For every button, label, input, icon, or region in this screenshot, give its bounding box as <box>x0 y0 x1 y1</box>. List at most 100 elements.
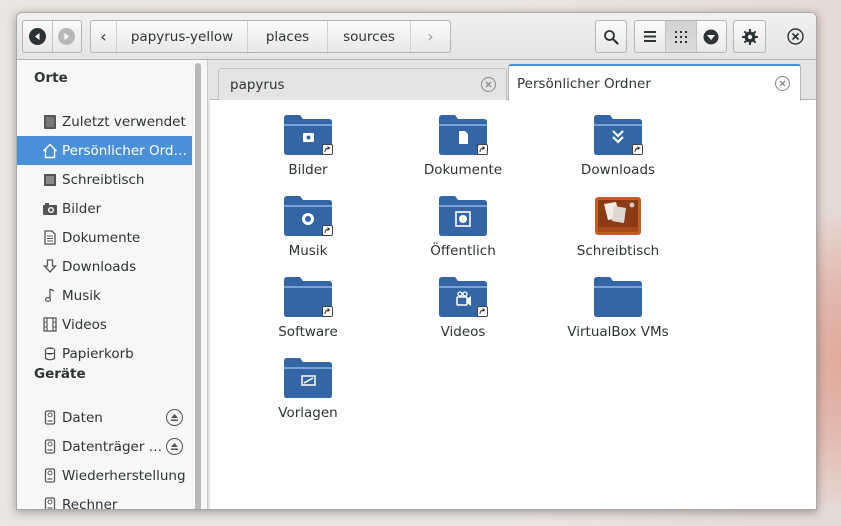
sidebar-item-device-rechner[interactable]: Rechner <box>17 490 192 510</box>
file-name: Schreibtisch <box>576 243 660 259</box>
file-manager-window: ‹ papyrus-yellow places sources › Orte Z… <box>16 12 817 510</box>
path-segment[interactable]: sources <box>327 21 410 52</box>
software-folder-icon <box>283 274 333 318</box>
path-segment[interactable]: places <box>247 21 327 52</box>
sidebar-item-label: Dokumente <box>62 229 141 246</box>
desktop-icon <box>41 171 59 189</box>
folder-icon <box>593 274 643 318</box>
sidebar-item-desktop[interactable]: Schreibtisch <box>17 165 192 194</box>
view-buttons <box>634 20 727 53</box>
search-button[interactable] <box>595 20 627 53</box>
sidebar-item-label: Papierkorb <box>62 345 134 362</box>
drive-icon <box>41 467 59 485</box>
grid-view-button[interactable] <box>665 21 696 52</box>
path-scroll-left-button[interactable]: ‹ <box>91 21 116 52</box>
file-name: Bilder <box>288 162 328 178</box>
search-icon <box>604 29 619 45</box>
file-name: Dokumente <box>423 162 503 178</box>
sidebar-item-label: Daten <box>62 409 103 426</box>
sidebar-item-label: Videos <box>62 316 107 333</box>
sidebar: Orte Zuletzt verwendet Persönlicher Ord…… <box>17 60 207 510</box>
home-icon <box>41 142 59 160</box>
desktop-folder-icon <box>593 193 643 237</box>
close-icon <box>786 27 804 45</box>
tab-bar: papyrus Persönlicher Ordner <box>210 60 816 101</box>
view-options-button[interactable] <box>695 21 726 52</box>
sidebar-item-home[interactable]: Persönlicher Ord… <box>17 136 192 165</box>
file-item-vorlagen[interactable]: Vorlagen <box>243 355 373 433</box>
videos-folder-icon <box>438 274 488 318</box>
sidebar-item-label: Zuletzt verwendet <box>62 113 186 130</box>
tab-home[interactable]: Persönlicher Ordner <box>508 64 801 101</box>
sidebar-item-trash[interactable]: Papierkorb <box>17 339 192 368</box>
path-scroll-right-button[interactable]: › <box>410 21 450 52</box>
tab-label: papyrus <box>230 76 285 93</box>
list-icon <box>644 31 657 42</box>
sidebar-item-videos[interactable]: Videos <box>17 310 192 339</box>
file-name: Downloads <box>580 162 656 178</box>
sidebar-item-label: Wiederherstellung <box>62 467 186 484</box>
camera-icon <box>41 200 59 218</box>
forward-icon <box>58 28 76 45</box>
close-window-button[interactable] <box>785 26 805 46</box>
file-item-downloads[interactable]: Downloads <box>553 112 683 190</box>
sidebar-heading-places: Orte <box>34 70 68 86</box>
drive-icon <box>41 409 59 427</box>
close-tab-icon[interactable] <box>775 76 790 91</box>
gear-icon <box>741 28 758 45</box>
music-folder-icon <box>283 193 333 237</box>
file-item-oeffentlich[interactable]: Öffentlich <box>398 193 528 271</box>
clock-icon <box>41 113 59 131</box>
eject-icon[interactable] <box>166 438 183 455</box>
file-name: Videos <box>440 324 486 340</box>
file-name: Vorlagen <box>278 405 338 421</box>
sidebar-item-label: Musik <box>62 287 101 304</box>
chevron-down-icon <box>703 29 719 44</box>
sidebar-scrollbar[interactable] <box>195 63 201 509</box>
drive-icon <box>41 496 59 509</box>
downloads-folder-icon <box>593 112 643 156</box>
back-icon <box>28 28 46 45</box>
main-content: papyrus Persönlicher Ordner Bilder Dokum… <box>210 60 816 509</box>
list-view-button[interactable] <box>635 21 665 52</box>
file-name: Software <box>278 324 338 340</box>
file-item-bilder[interactable]: Bilder <box>243 112 373 190</box>
settings-menu-button[interactable] <box>733 20 766 53</box>
drive-icon <box>41 438 59 456</box>
navigation-buttons <box>22 20 82 53</box>
sidebar-item-device-wiederherstellung[interactable]: Wiederherstellung <box>17 461 192 490</box>
file-item-dokumente[interactable]: Dokumente <box>398 112 528 190</box>
film-icon <box>41 316 59 334</box>
path-bar: ‹ papyrus-yellow places sources › <box>90 20 451 53</box>
eject-icon[interactable] <box>166 409 183 426</box>
tab-papyrus[interactable]: papyrus <box>218 68 507 100</box>
file-item-videos[interactable]: Videos <box>398 274 528 352</box>
sidebar-item-pictures[interactable]: Bilder <box>17 194 192 223</box>
public-folder-icon <box>438 193 488 237</box>
sidebar-item-downloads[interactable]: Downloads <box>17 252 192 281</box>
file-item-software[interactable]: Software <box>243 274 373 352</box>
file-item-virtualbox-vms[interactable]: VirtualBox VMs <box>553 274 683 352</box>
file-item-schreibtisch[interactable]: Schreibtisch <box>553 193 683 271</box>
file-item-musik[interactable]: Musik <box>243 193 373 271</box>
sidebar-item-label: Downloads <box>62 258 137 275</box>
grid-icon <box>674 30 687 43</box>
file-name: VirtualBox VMs <box>567 324 669 340</box>
documents-folder-icon <box>438 112 488 156</box>
sidebar-item-label: Bilder <box>62 200 102 217</box>
sidebar-item-documents[interactable]: Dokumente <box>17 223 192 252</box>
document-icon <box>41 229 59 247</box>
sidebar-item-recent[interactable]: Zuletzt verwendet <box>17 107 192 136</box>
forward-button[interactable] <box>51 21 81 52</box>
trash-icon <box>41 345 59 363</box>
back-button[interactable] <box>23 21 52 52</box>
sidebar-item-music[interactable]: Musik <box>17 281 192 310</box>
path-segment[interactable]: papyrus-yellow <box>116 21 247 52</box>
close-tab-icon[interactable] <box>481 77 496 92</box>
sidebar-item-label: Persönlicher Ord… <box>62 142 188 159</box>
pictures-folder-icon <box>283 112 333 156</box>
download-icon <box>41 258 59 276</box>
sidebar-item-label: Rechner <box>62 496 118 510</box>
file-name: Öffentlich <box>430 243 496 259</box>
music-note-icon <box>41 287 59 305</box>
